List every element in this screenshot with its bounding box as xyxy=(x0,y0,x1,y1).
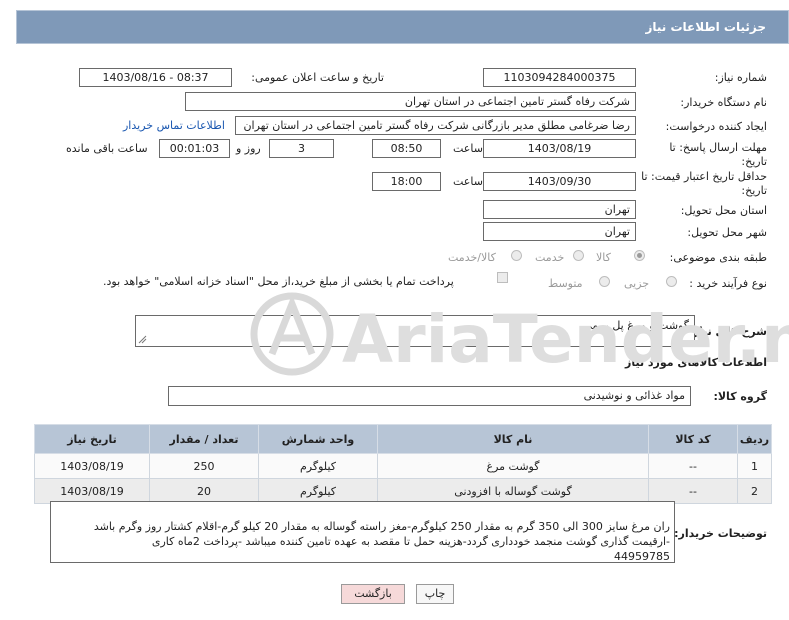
deadline-time-field[interactable]: 08:50 xyxy=(372,139,441,158)
category-radio-goods-service[interactable] xyxy=(511,250,522,261)
items-section-title: اطلاعات کالاهای مورد نیاز xyxy=(625,356,767,369)
deadline-date-field[interactable]: 1403/08/19 xyxy=(483,139,636,158)
back-button[interactable]: بازگشت xyxy=(341,584,405,604)
validity-time-field[interactable]: 18:00 xyxy=(372,172,441,191)
process-label: نوع فرآیند خرید : xyxy=(689,277,767,290)
validity-time-label: ساعت xyxy=(453,175,483,188)
city-field[interactable]: تهران xyxy=(483,222,636,241)
cell-quantity: 250 xyxy=(149,453,259,479)
buyer-org-field[interactable]: شرکت رفاه گستر تامین اجتماعی در استان ته… xyxy=(185,92,636,111)
province-label: استان محل تحویل: xyxy=(680,204,767,217)
requester-label: ایجاد کننده درخواست: xyxy=(665,120,767,133)
col-unit: واحد شمارش xyxy=(258,424,378,454)
cell-need-date: 1403/08/19 xyxy=(34,453,150,479)
table-row[interactable]: 2 -- گوشت گوساله با افزودنی کیلوگرم 20 1… xyxy=(34,478,772,504)
category-radio-goods[interactable] xyxy=(634,250,645,261)
table-header-row: ردیف کد کالا نام کالا واحد شمارش تعداد /… xyxy=(34,424,772,454)
validity-date-label: تاریخ: xyxy=(741,184,767,197)
buyer-org-label: نام دستگاه خریدار: xyxy=(680,96,767,109)
summary-field[interactable]: گوشت و مرغ پل رومی xyxy=(135,315,695,347)
announce-value: 1403/08/16 - 08:37 xyxy=(102,71,209,84)
summary-value: گوشت و مرغ پل رومی xyxy=(583,319,689,332)
page-header: جزئیات اطلاعات نیاز xyxy=(16,10,789,44)
cell-item-name: گوشت مرغ xyxy=(377,453,649,479)
validity-label: حداقل تاریخ اعتبار قیمت: تا xyxy=(641,170,767,183)
buyer-contact-link[interactable]: اطلاعات تماس خریدار xyxy=(123,119,225,132)
category-option-service: خدمت xyxy=(535,251,565,264)
deadline-label: مهلت ارسال پاسخ: تا xyxy=(669,141,767,154)
col-item-code: کد کالا xyxy=(648,424,738,454)
need-number-label: شماره نیاز: xyxy=(714,71,767,84)
validity-date-field[interactable]: 1403/09/30 xyxy=(483,172,636,191)
print-button[interactable]: چاپ xyxy=(416,584,454,604)
cell-quantity: 20 xyxy=(149,478,259,504)
treasury-payment-note: پرداخت تمام یا بخشی از مبلغ خرید،از محل … xyxy=(103,275,454,288)
days-label: روز و xyxy=(236,142,261,155)
summary-label: شرح کلی نیاز: xyxy=(688,325,767,338)
col-quantity: تعداد / مقدار xyxy=(149,424,259,454)
province-field[interactable]: تهران xyxy=(483,200,636,219)
process-option-medium: متوسط xyxy=(548,277,583,290)
category-option-goods: کالا xyxy=(596,251,611,264)
cell-unit: کیلوگرم xyxy=(258,478,378,504)
days-field[interactable]: 3 xyxy=(269,139,334,158)
cell-item-code: -- xyxy=(648,453,738,479)
resize-handle-icon[interactable] xyxy=(138,335,147,344)
cell-unit: کیلوگرم xyxy=(258,453,378,479)
goods-group-label: گروه کالا: xyxy=(713,390,767,403)
col-need-date: تاریخ نیاز xyxy=(34,424,150,454)
cell-need-date: 1403/08/19 xyxy=(34,478,150,504)
cell-row-number: 1 xyxy=(737,453,772,479)
col-item-name: نام کالا xyxy=(377,424,649,454)
need-number-field[interactable]: 1103094284000375 xyxy=(483,68,636,87)
cell-item-code: -- xyxy=(648,478,738,504)
items-table: ردیف کد کالا نام کالا واحد شمارش تعداد /… xyxy=(34,424,772,504)
table-row[interactable]: 1 -- گوشت مرغ کیلوگرم 250 1403/08/19 xyxy=(34,453,772,479)
process-radio-minor[interactable] xyxy=(666,276,677,287)
deadline-date-label: تاریخ: xyxy=(741,155,767,168)
announce-label: تاریخ و ساعت اعلان عمومی: xyxy=(251,71,384,84)
requester-field[interactable]: رضا ضرغامی مطلق مدیر بازرگانی شرکت رفاه … xyxy=(235,116,636,135)
city-label: شهر محل تحویل: xyxy=(687,226,767,239)
cell-row-number: 2 xyxy=(737,478,772,504)
buyer-notes-text: ران مرغ سایز 300 الی 350 گرم به مقدار 25… xyxy=(93,520,670,563)
category-radio-service[interactable] xyxy=(573,250,584,261)
page-title: جزئیات اطلاعات نیاز xyxy=(645,20,766,34)
buyer-notes-label: توضیحات خریدار: xyxy=(674,527,767,540)
category-option-goods-service: کالا/خدمت xyxy=(448,251,496,264)
remaining-time-label: ساعت باقی مانده xyxy=(66,142,148,155)
goods-group-field[interactable]: مواد غذائی و نوشیدنی xyxy=(168,386,691,406)
col-row-number: ردیف xyxy=(737,424,772,454)
remaining-time-field[interactable]: 00:01:03 xyxy=(159,139,230,158)
process-option-minor: جزیی xyxy=(624,277,650,290)
treasury-payment-checkbox[interactable] xyxy=(497,272,508,283)
buyer-notes-field[interactable]: ران مرغ سایز 300 الی 350 گرم به مقدار 25… xyxy=(50,501,675,563)
category-label: طبقه بندی موضوعی: xyxy=(669,251,767,264)
announce-field[interactable]: 1403/08/16 - 08:37 xyxy=(79,68,232,87)
deadline-time-label: ساعت xyxy=(453,142,483,155)
cell-item-name: گوشت گوساله با افزودنی xyxy=(377,478,649,504)
process-radio-medium[interactable] xyxy=(599,276,610,287)
